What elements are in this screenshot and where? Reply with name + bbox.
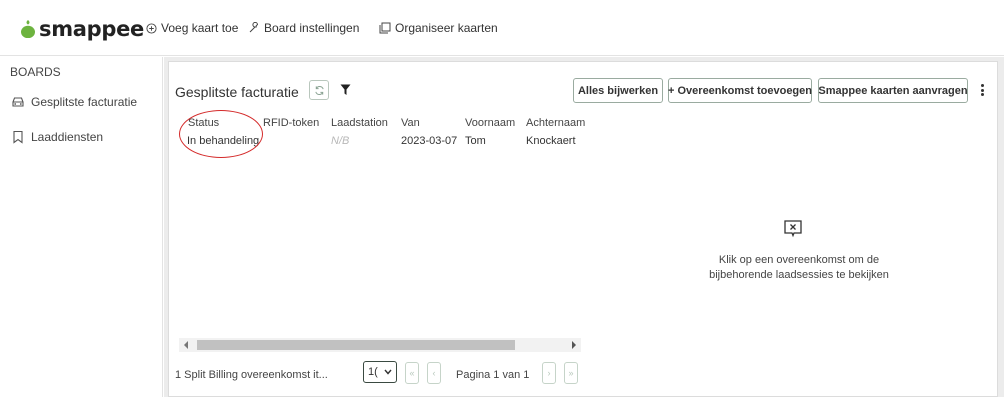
wrench-icon <box>249 22 259 33</box>
last-page-icon: » <box>568 368 574 378</box>
add-agreement-button[interactable]: + Overeenkomst toevoegen <box>668 78 812 103</box>
previous-page-button[interactable]: ‹ <box>427 362 441 384</box>
logo-text: smappee <box>39 17 145 41</box>
refresh-button[interactable] <box>309 80 329 100</box>
next-page-icon: › <box>547 368 551 378</box>
refresh-icon <box>314 85 324 95</box>
cell-van: 2023-03-07 <box>401 135 458 147</box>
board-settings-label: Board instellingen <box>264 21 360 35</box>
board-settings-button[interactable]: Board instellingen <box>248 21 359 35</box>
car-icon <box>12 97 24 107</box>
sidebar-heading: BOARDS <box>10 65 61 79</box>
page-size-select[interactable]: 1( <box>363 361 397 383</box>
column-header-rfid-token[interactable]: RFID-token <box>263 117 319 129</box>
add-card-button[interactable]: Voeg kaart toe <box>146 21 238 35</box>
filter-button[interactable] <box>340 84 351 99</box>
page-info: Pagina 1 van 1 <box>456 369 530 381</box>
sidebar-item-label: Gesplitste facturatie <box>31 95 138 109</box>
last-page-button[interactable]: » <box>564 362 578 384</box>
scrollbar-thumb[interactable] <box>197 340 515 350</box>
message-close-icon <box>784 220 802 238</box>
cell-achternaam: Knockaert <box>526 135 576 147</box>
column-header-van[interactable]: Van <box>401 117 420 129</box>
smappee-logo[interactable]: smappee <box>20 17 144 41</box>
filter-icon <box>340 84 351 95</box>
sidebar: BOARDS Gesplitste facturatie Laaddienste… <box>8 57 163 397</box>
empty-state-line-2: bijbehorende laadsessies te bekijken <box>709 269 889 281</box>
pagination-summary: 1 Split Billing overeenkomst it... <box>175 369 328 381</box>
next-page-button[interactable]: › <box>542 362 556 384</box>
chevron-down-icon <box>384 369 392 375</box>
column-header-laadstation[interactable]: Laadstation <box>331 117 388 129</box>
cell-voornaam: Tom <box>465 135 486 147</box>
column-header-voornaam[interactable]: Voornaam <box>465 117 515 129</box>
previous-page-icon: ‹ <box>432 368 436 378</box>
sidebar-item-label: Laaddiensten <box>31 130 104 144</box>
organize-cards-button[interactable]: Organiseer kaarten <box>379 21 498 35</box>
first-page-button[interactable]: « <box>405 362 419 384</box>
card-title: Gesplitste facturatie <box>175 84 299 100</box>
scroll-right-arrow-icon[interactable] <box>572 341 576 349</box>
sidebar-item-gesplitste-facturatie[interactable]: Gesplitste facturatie <box>11 95 137 109</box>
red-annotation-circle <box>179 110 263 158</box>
horizontal-scrollbar[interactable] <box>179 338 581 352</box>
top-bar: smappee Voeg kaart toe Board instellinge… <box>0 0 1004 56</box>
add-card-label: Voeg kaart toe <box>161 21 239 35</box>
copy-cards-icon <box>379 22 391 34</box>
sidebar-item-laaddiensten[interactable]: Laaddiensten <box>11 130 103 144</box>
more-options-icon[interactable] <box>979 84 985 98</box>
empty-state-line-1: Klik op een overeenkomst om de <box>718 254 880 266</box>
board-card: Gesplitste facturatie Alles bijwerken + … <box>168 61 998 397</box>
scroll-left-arrow-icon[interactable] <box>184 341 188 349</box>
update-all-button[interactable]: Alles bijwerken <box>573 78 663 103</box>
smappee-logo-mark-icon <box>21 20 35 38</box>
empty-state-message: Klik op een overeenkomst om de bijbehore… <box>669 253 929 283</box>
plus-circle-icon <box>146 22 157 34</box>
request-smappee-cards-button[interactable]: Smappee kaarten aanvragen <box>818 78 968 103</box>
column-header-achternaam[interactable]: Achternaam <box>526 117 585 129</box>
cell-laadstation: N/B <box>331 135 350 147</box>
first-page-icon: « <box>409 368 415 378</box>
organize-cards-label: Organiseer kaarten <box>395 21 498 35</box>
page-size-value: 1( <box>368 366 378 378</box>
bookmark-icon <box>13 130 23 144</box>
